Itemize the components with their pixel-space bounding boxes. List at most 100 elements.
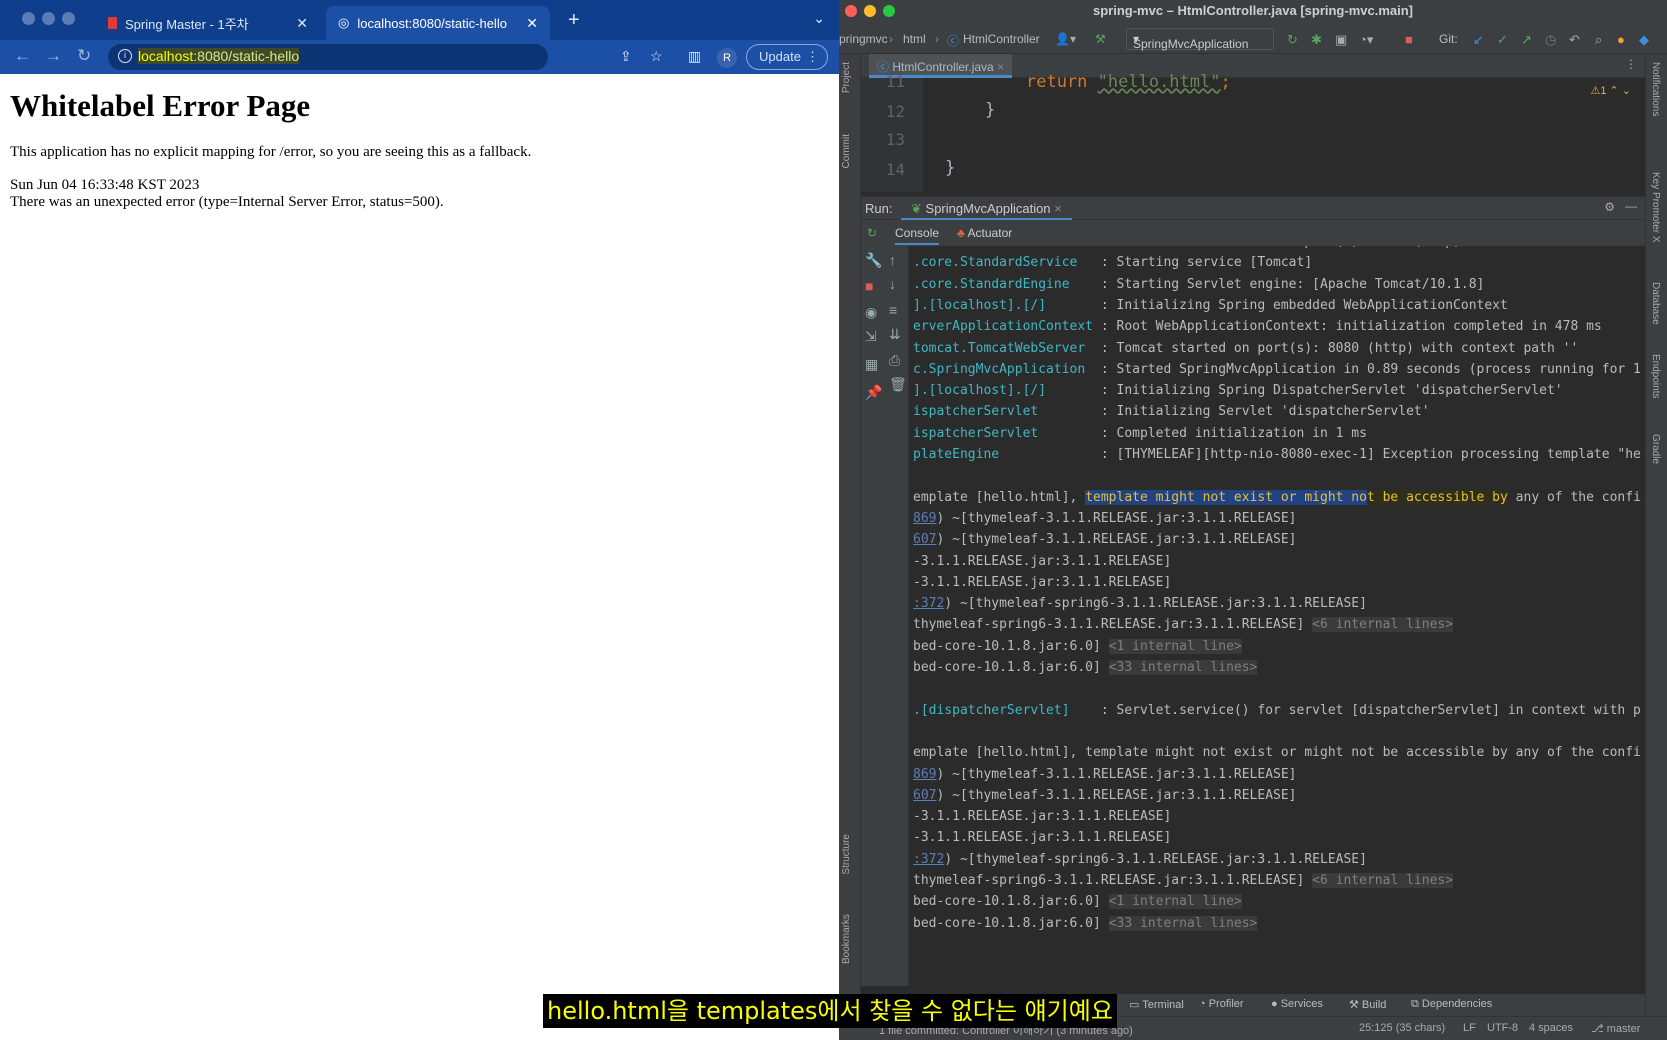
exception-line: emplate [hello.html], template might not… xyxy=(913,489,1641,505)
breadcrumb-package[interactable]: html xyxy=(903,32,926,46)
up-arrow-icon[interactable]: ↑ xyxy=(889,252,896,268)
rollback-icon[interactable]: ↶ xyxy=(1569,32,1580,48)
tab-title: Spring Master - 1주차 xyxy=(125,16,249,32)
minimize-icon[interactable]: — xyxy=(1625,199,1637,213)
services-tool-button[interactable]: ● Services xyxy=(1271,998,1323,1010)
minimize-window-dot[interactable] xyxy=(864,5,876,17)
endpoints-tool-button[interactable]: Endpoints xyxy=(1650,354,1661,398)
down-arrow-icon[interactable]: ↓ xyxy=(889,276,896,292)
info-icon[interactable]: i xyxy=(118,49,132,63)
key-promoter-tool-button[interactable]: Key Promoter X xyxy=(1650,172,1661,243)
print-icon[interactable]: ⎙ xyxy=(889,352,900,369)
ide-title: spring-mvc – HtmlController.java [spring… xyxy=(1092,3,1414,18)
run-tab-springmvcapplication[interactable]: ❦ SpringMvcApplication × xyxy=(901,197,1072,221)
profiler-tool-button[interactable]: ◔ Profiler xyxy=(1199,998,1244,1010)
star-icon[interactable]: ☆ xyxy=(650,48,663,65)
trash-icon[interactable]: 🗑 xyxy=(889,376,907,393)
line-number: 14 xyxy=(885,160,905,179)
console-log-line: ispatcherServlet : Completed initializat… xyxy=(913,425,1367,441)
web-page-content: Whitelabel Error Page This application h… xyxy=(0,74,839,1040)
user-icon[interactable]: 👤▾ xyxy=(1055,32,1076,46)
dependencies-tool-button[interactable]: ⧉ Dependencies xyxy=(1411,998,1492,1011)
maximize-window-dot[interactable] xyxy=(883,5,895,17)
terminal-tool-button[interactable]: ▭ Terminal xyxy=(1129,998,1184,1011)
history-icon[interactable]: ◷ xyxy=(1545,32,1556,48)
minimize-window-dot[interactable] xyxy=(42,12,55,25)
sidebar-icon[interactable]: ▥ xyxy=(688,48,701,65)
breadcrumb-class[interactable]: HtmlController xyxy=(963,32,1040,46)
line-separator[interactable]: LF xyxy=(1463,1022,1476,1034)
warning-indicator[interactable]: ⚠1 ⌃ ⌄ xyxy=(1590,84,1631,97)
coverage-icon[interactable]: ▣ xyxy=(1335,32,1347,48)
camera-icon[interactable]: ◉ xyxy=(865,304,877,321)
profile-icon[interactable]: ◔▾ xyxy=(1359,32,1373,48)
pin-icon[interactable]: 📌 xyxy=(865,384,882,401)
close-icon[interactable]: ✕ xyxy=(526,15,538,32)
address-bar[interactable]: i localhost:8080/static-hello xyxy=(108,44,548,70)
avatar[interactable]: R xyxy=(717,48,737,68)
project-tool-button[interactable]: Project xyxy=(841,62,852,93)
indent-setting[interactable]: 4 spaces xyxy=(1529,1022,1573,1034)
git-update-icon[interactable]: ↙ xyxy=(1473,32,1484,48)
notifications-tool-button[interactable]: Notifications xyxy=(1650,62,1661,116)
reload-icon[interactable]: ↻ xyxy=(77,46,91,66)
caret-position[interactable]: 25:125 (35 chars) xyxy=(1359,1022,1445,1034)
browser-tab-localhost[interactable]: ◎ localhost:8080/static-hello ✕ xyxy=(326,6,550,40)
scroll-end-icon[interactable]: ⇊ xyxy=(889,326,901,343)
plugin-icon[interactable]: ◆ xyxy=(1639,32,1649,48)
stop-icon[interactable]: ■ xyxy=(865,278,873,294)
forward-arrow-icon[interactable]: → xyxy=(45,46,62,66)
close-icon[interactable]: ✕ xyxy=(296,15,308,32)
gradle-tool-button[interactable]: Gradle xyxy=(1650,434,1661,464)
address-url[interactable]: localhost:8080/static-hello xyxy=(138,48,300,64)
more-icon[interactable]: ⋮ xyxy=(1625,57,1637,71)
soft-wrap-icon[interactable]: ≡ xyxy=(889,302,897,318)
git-push-icon[interactable]: ↗ xyxy=(1521,32,1532,48)
run-config-select[interactable]: SpringMvcApplication ▾ xyxy=(1126,28,1274,51)
wrench-icon[interactable]: 🔧 xyxy=(865,252,882,269)
close-window-dot[interactable] xyxy=(845,5,857,17)
close-icon: × xyxy=(997,60,1005,74)
stop-icon[interactable]: ■ xyxy=(1405,32,1413,47)
stack-trace-line: bed-core-10.1.8.jar:6.0] <1 internal lin… xyxy=(913,638,1242,654)
search-icon[interactable]: ⌕ xyxy=(1595,32,1602,48)
rerun-icon[interactable]: ↻ xyxy=(867,226,877,240)
structure-tool-button[interactable]: Structure xyxy=(841,834,852,875)
layout-icon[interactable]: ▦ xyxy=(865,356,878,373)
chevron-down-icon[interactable]: ⌄ xyxy=(813,10,825,27)
debug-icon[interactable]: ✱ xyxy=(1311,32,1322,48)
gear-icon[interactable]: ⚙ xyxy=(1604,200,1615,214)
database-tool-button[interactable]: Database xyxy=(1650,282,1661,325)
console-log-line: .core.StandardEngine : Starting Servlet … xyxy=(913,276,1485,292)
console-log-line: c.SpringMvcApplication : Started SpringM… xyxy=(913,361,1641,377)
code-editor[interactable]: 11 12 13 14 return "hello.html"; } } ⚠1 … xyxy=(861,72,1645,192)
error-explanation: This application has no explicit mapping… xyxy=(10,144,532,160)
git-branch[interactable]: ⎇ master xyxy=(1591,1022,1640,1035)
maximize-window-dot[interactable] xyxy=(62,12,75,25)
hammer-icon[interactable]: ⚒ xyxy=(1095,32,1106,46)
console-output[interactable]: tomcat.TomcatWebServer : Tomcat initiali… xyxy=(909,246,1645,986)
breadcrumb-project[interactable]: pringmvc xyxy=(839,32,888,46)
build-tool-button[interactable]: ⚒ Build xyxy=(1349,998,1386,1011)
tab-console[interactable]: Console xyxy=(895,226,940,245)
share-icon[interactable]: ⇪ xyxy=(620,48,632,65)
stack-trace-line: 607) ~[thymeleaf-3.1.1.RELEASE.jar:3.1.1… xyxy=(913,787,1297,803)
bookmarks-tool-button[interactable]: Bookmarks xyxy=(841,914,852,964)
back-arrow-icon[interactable]: ← xyxy=(14,46,31,66)
tab-actuator[interactable]: ♣ Actuator xyxy=(957,226,1012,240)
browser-tab-strip: Spring Master - 1주차 ✕ ◎ localhost:8080/s… xyxy=(0,0,839,40)
rerun-icon[interactable]: ↻ xyxy=(1287,32,1298,48)
stack-trace-line: bed-core-10.1.8.jar:6.0] <33 internal li… xyxy=(913,915,1258,931)
close-window-dot[interactable] xyxy=(22,12,35,25)
new-tab-button[interactable]: + xyxy=(568,9,580,32)
browser-tab-spring-master[interactable]: Spring Master - 1주차 ✕ xyxy=(96,6,320,40)
update-icon[interactable]: ● xyxy=(1617,32,1625,47)
update-button[interactable]: Update ⋮ xyxy=(746,44,828,70)
stack-trace-line: thymeleaf-spring6-3.1.1.RELEASE.jar:3.1.… xyxy=(913,617,1454,633)
browser-window: Spring Master - 1주차 ✕ ◎ localhost:8080/s… xyxy=(0,0,839,1040)
exit-icon[interactable]: ⇲ xyxy=(865,328,877,345)
file-encoding[interactable]: UTF-8 xyxy=(1487,1022,1518,1034)
git-commit-icon[interactable]: ✓ xyxy=(1497,32,1508,48)
git-label: Git: xyxy=(1439,32,1458,46)
commit-tool-button[interactable]: Commit xyxy=(841,134,852,168)
